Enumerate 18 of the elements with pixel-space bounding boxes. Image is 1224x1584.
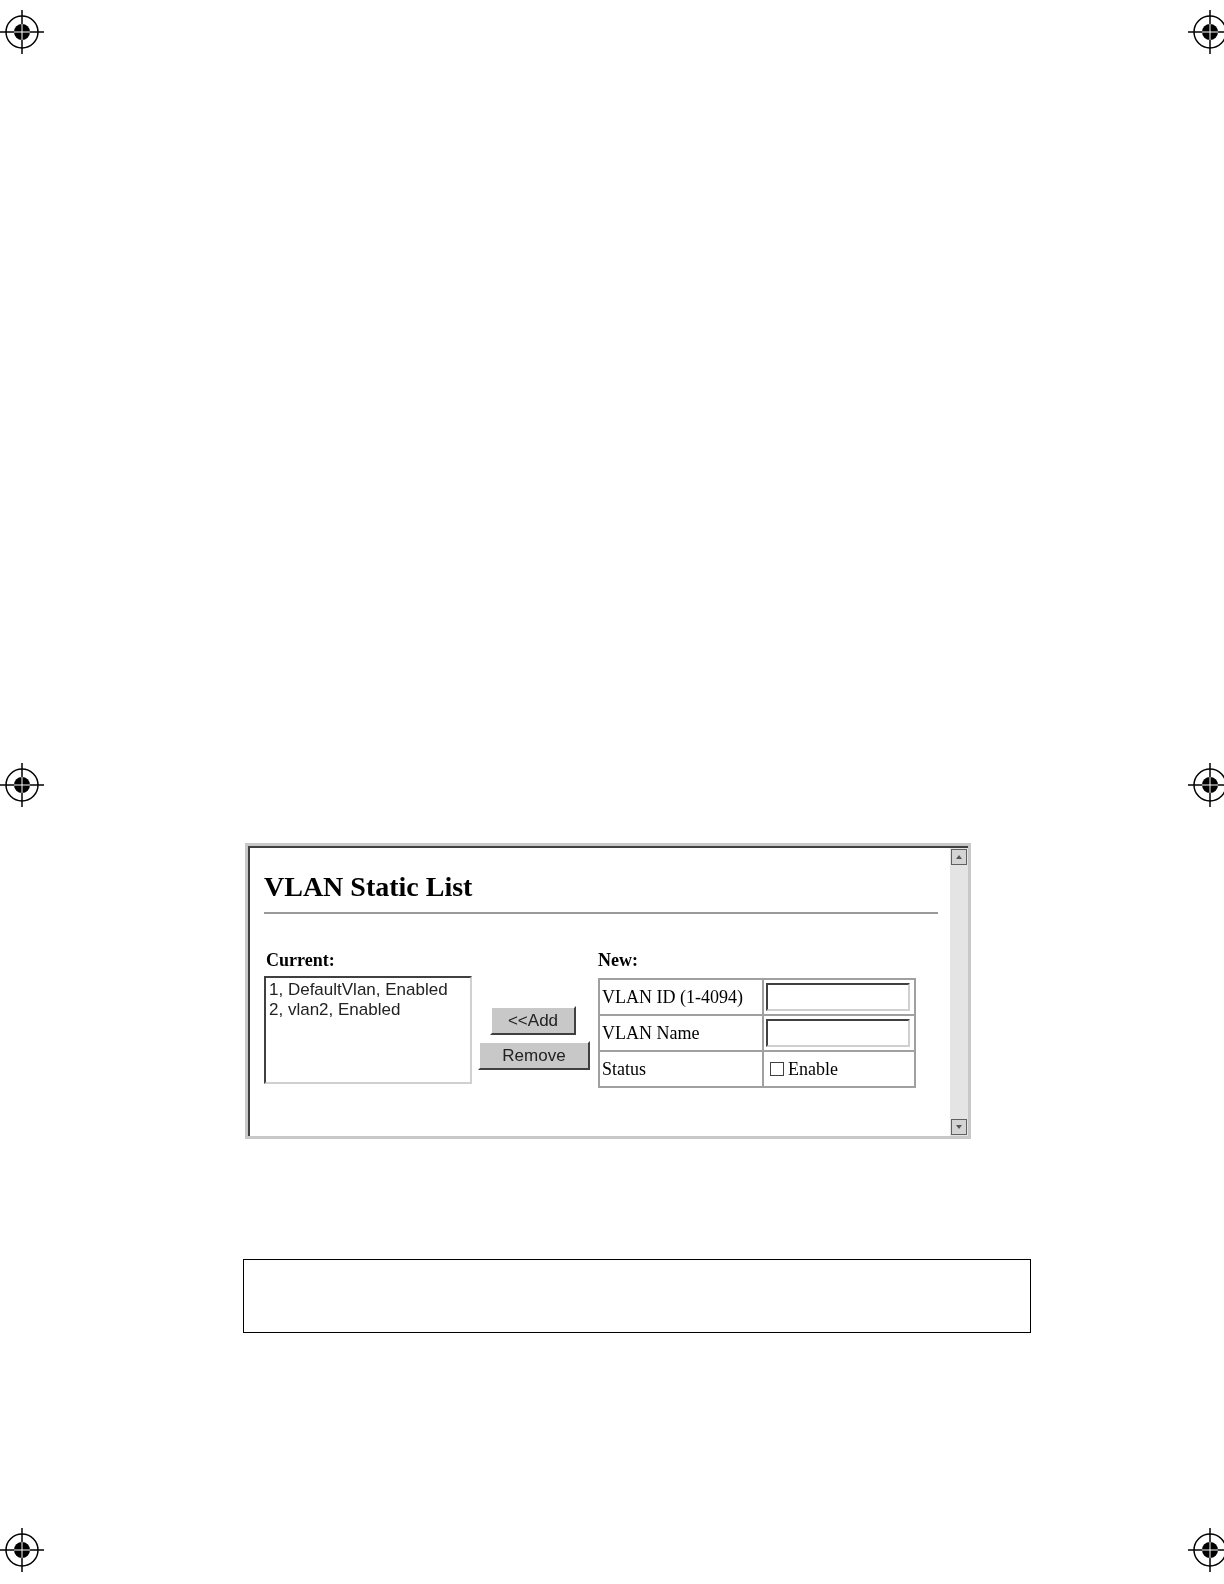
scroll-up-icon[interactable] xyxy=(951,849,967,865)
vlan-list-box[interactable]: 1, DefaultVlan, Enabled 2, vlan2, Enabled xyxy=(264,976,472,1084)
field-label: Status xyxy=(599,1051,763,1087)
vlan-list-item[interactable]: 2, vlan2, Enabled xyxy=(268,1000,468,1020)
new-label: New: xyxy=(598,950,639,970)
vlan-list-item[interactable]: 1, DefaultVlan, Enabled xyxy=(268,980,468,1000)
enable-checkbox[interactable] xyxy=(770,1062,784,1076)
current-label: Current: xyxy=(266,950,336,970)
page-title: VLAN Static List xyxy=(264,870,474,904)
add-button[interactable]: <<Add xyxy=(490,1006,576,1035)
scroll-down-icon[interactable] xyxy=(951,1119,967,1135)
checkbox-label: Enable xyxy=(788,1057,838,1081)
field-label: VLAN Name xyxy=(599,1015,763,1051)
remove-button[interactable]: Remove xyxy=(478,1041,590,1070)
field-label: VLAN ID (1-4094) xyxy=(599,979,763,1015)
vertical-scrollbar[interactable] xyxy=(950,846,968,1136)
text-input-field[interactable] xyxy=(766,983,910,1011)
text-input-field[interactable] xyxy=(766,1019,910,1047)
